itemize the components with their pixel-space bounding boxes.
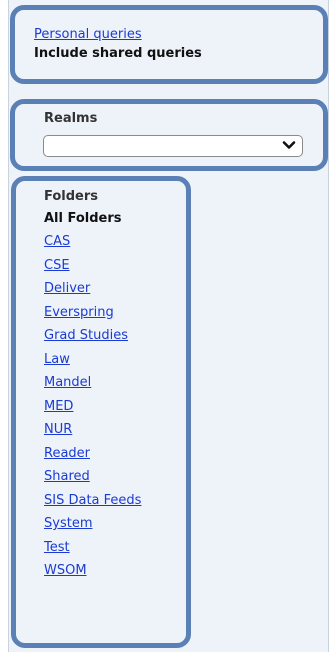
folder-link-nur[interactable]: NUR xyxy=(44,418,141,442)
chevron-down-icon xyxy=(282,141,296,149)
folder-link-cas[interactable]: CAS xyxy=(44,230,141,254)
folder-link-everspring[interactable]: Everspring xyxy=(44,301,141,325)
folder-link-mandel[interactable]: Mandel xyxy=(44,371,141,395)
personal-queries-link[interactable]: Personal queries xyxy=(34,25,202,44)
folder-link-law[interactable]: Law xyxy=(44,348,141,372)
folder-link-shared[interactable]: Shared xyxy=(44,465,141,489)
folders-section: Folders All Folders CAS CSE Deliver Ever… xyxy=(44,187,141,583)
folder-link-deliver[interactable]: Deliver xyxy=(44,277,141,301)
queries-section: Personal queries Include shared queries xyxy=(34,25,202,63)
folder-link-sis-data-feeds[interactable]: SIS Data Feeds xyxy=(44,489,141,513)
folders-heading: Folders xyxy=(44,189,99,204)
folder-link-system[interactable]: System xyxy=(44,512,141,536)
folder-link-med[interactable]: MED xyxy=(44,395,141,419)
folder-link-grad-studies[interactable]: Grad Studies xyxy=(44,324,141,348)
realms-select[interactable] xyxy=(43,135,303,157)
realms-heading: Realms xyxy=(44,111,98,126)
include-shared-queries-label: Include shared queries xyxy=(34,46,202,61)
folder-link-test[interactable]: Test xyxy=(44,536,141,560)
folder-link-wsom[interactable]: WSOM xyxy=(44,559,141,583)
folder-link-cse[interactable]: CSE xyxy=(44,254,141,278)
all-folders-label: All Folders xyxy=(44,211,122,226)
folder-link-reader[interactable]: Reader xyxy=(44,442,141,466)
